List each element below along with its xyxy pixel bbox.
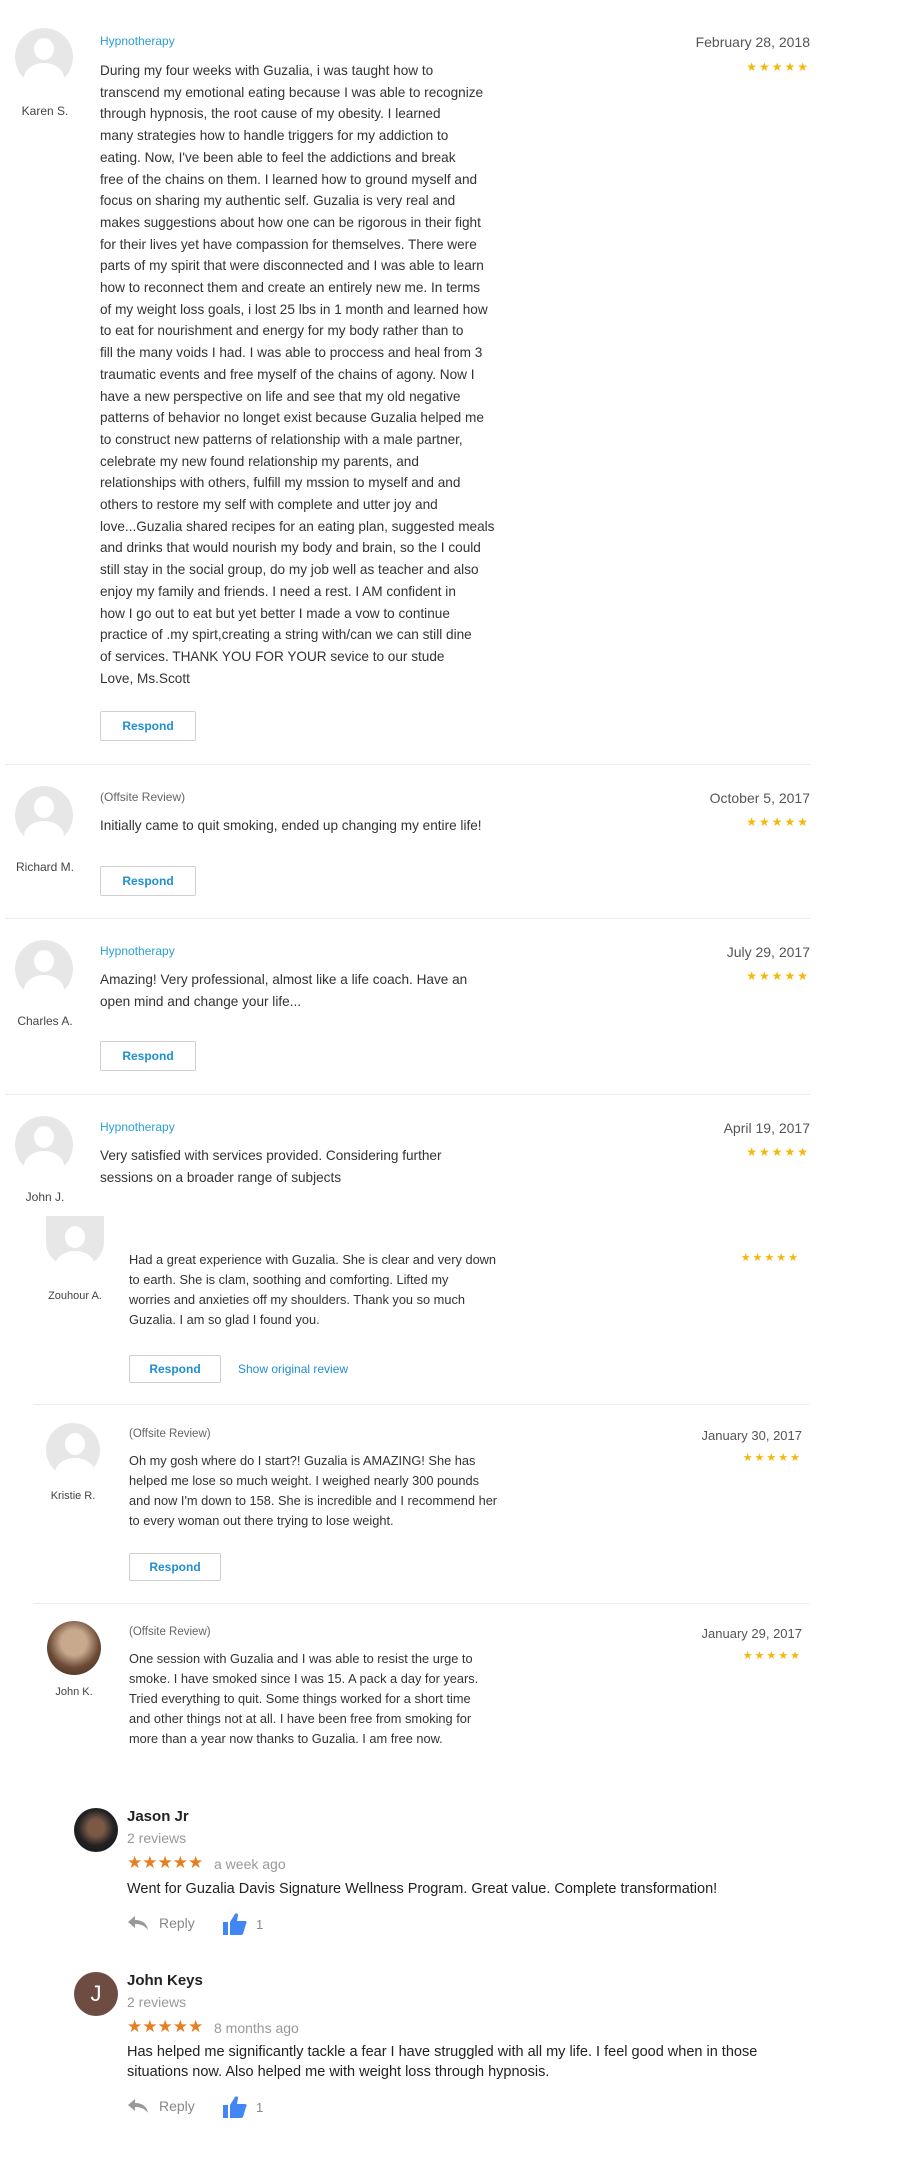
avatar [46,1216,104,1268]
divider [34,1404,809,1405]
review-date: February 28, 2018 [695,34,810,50]
star-rating: ★★★★★ [746,60,810,74]
divider [5,918,810,919]
like-button[interactable]: 1 [222,1912,263,1936]
thumbs-up-icon [223,2096,247,2118]
divider [34,1603,809,1604]
review-date: January 29, 2017 [701,1626,802,1641]
reviewer-name: John J. [25,1190,65,1204]
review-category[interactable]: Hypnotherapy [100,34,175,48]
review-source: (Offsite Review) [100,790,186,804]
review-source: (Offsite Review) [129,1626,211,1638]
star-rating: ★★★★★ [742,1452,802,1464]
review-date: July 29, 2017 [726,944,810,960]
review-category[interactable]: Hypnotherapy [100,944,175,958]
review-text: One session with Guzalia and I was able … [129,1651,479,1746]
review-count: 2 reviews [127,1830,187,1846]
avatar[interactable] [74,1808,118,1852]
review-text: Very satisfied with services provided. C… [100,1148,442,1185]
star-rating: ★★★★★ [742,1650,802,1662]
respond-button[interactable]: Respond [100,711,196,741]
thumbs-up-icon [223,1913,247,1935]
review-date: October 5, 2017 [709,790,810,806]
review-text: Amazing! Very professional, almost like … [100,972,468,1009]
review-source: (Offsite Review) [129,1428,211,1440]
star-rating: ★★★★★ [127,1853,204,1872]
reply-button[interactable]: Reply [127,1915,195,1931]
reviewer-name: Charles A. [17,1014,73,1028]
avatar [15,28,73,86]
like-button[interactable]: 1 [222,2095,263,2119]
avatar-letter: J [90,1981,102,2006]
avatar [15,940,73,998]
review-text: During my four weeks with Guzalia, i was… [100,63,495,686]
reply-label: Reply [159,1915,195,1931]
review-text: Went for Guzalia Davis Signature Wellnes… [127,1881,718,1897]
star-rating: ★★★★★ [740,1252,800,1264]
review-date: April 19, 2017 [723,1120,810,1136]
reviewer-name: Zouhour A. [48,1290,102,1302]
reviewer-name: Richard M. [15,860,74,874]
reviewer-name: John K. [55,1686,93,1698]
star-rating: ★★★★★ [127,2017,204,2036]
review-text: Oh my gosh where do I start?! Guzalia is… [129,1453,498,1528]
divider [5,1094,810,1095]
reviewer-name[interactable]: Jason Jr [127,1808,189,1825]
like-count: 1 [256,2099,264,2115]
review-text: Has helped me significantly tackle a fea… [127,2044,758,2080]
respond-button[interactable]: Respond [129,1355,221,1383]
reviewer-name[interactable]: John Keys [127,1972,203,1989]
divider [5,764,810,765]
star-rating: ★★★★★ [746,1145,810,1159]
avatar [46,1423,100,1477]
star-rating: ★★★★★ [746,969,810,983]
respond-button[interactable]: Respond [100,866,196,896]
review-date: January 30, 2017 [701,1428,802,1443]
review-count: 2 reviews [127,1994,187,2010]
avatar[interactable]: J [74,1972,118,2016]
reviewer-name: Karen S. [21,104,69,118]
avatar [15,1116,73,1174]
like-count: 1 [256,1916,264,1932]
reply-label: Reply [159,2098,195,2114]
avatar [15,786,73,844]
reviewer-name: Kristie R. [50,1490,96,1502]
review-time: a week ago [214,1856,286,1872]
avatar [47,1621,101,1675]
review-text: Initially came to quit smoking, ended up… [100,818,482,833]
review-text: Had a great experience with Guzalia. She… [129,1252,497,1327]
reply-icon [128,2099,148,2113]
review-category[interactable]: Hypnotherapy [100,1120,175,1134]
reply-button[interactable]: Reply [127,2098,195,2114]
show-original-review-link[interactable]: Show original review [238,1362,348,1376]
reply-icon [128,1916,148,1930]
review-time: 8 months ago [214,2020,299,2036]
respond-button[interactable]: Respond [129,1553,221,1581]
respond-button[interactable]: Respond [100,1041,196,1071]
star-rating: ★★★★★ [746,815,810,829]
